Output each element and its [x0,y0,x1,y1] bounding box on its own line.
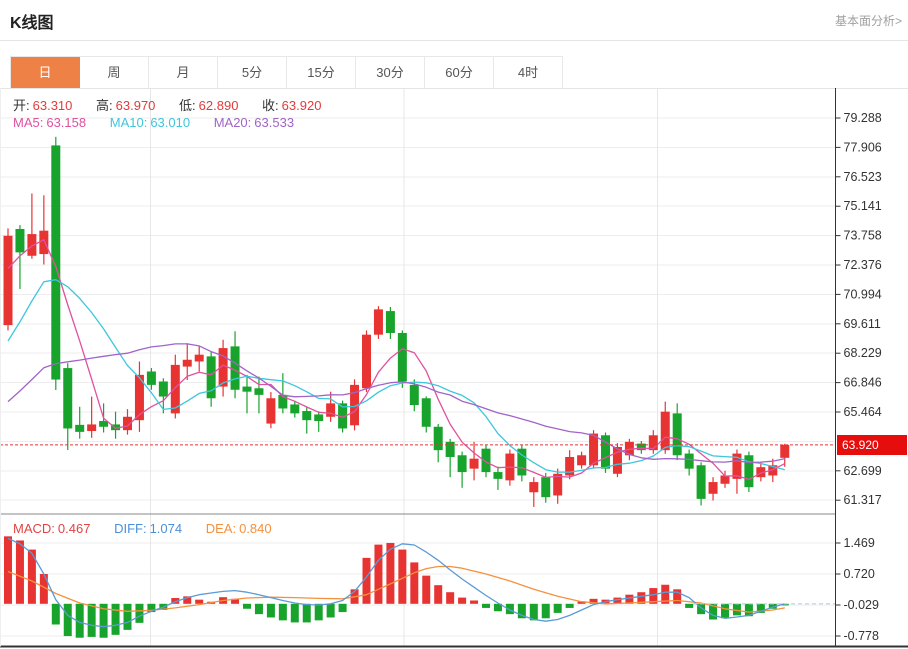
dea-label: DEA: [205,521,237,536]
svg-text:65.464: 65.464 [844,405,882,419]
tab-5min[interactable]: 5分 [218,57,287,89]
kline-chart-canvas[interactable]: 79.288 77.906 76.523 75.141 73.758 72.376 70.9… [0,88,908,649]
svg-text:72.376: 72.376 [844,258,882,272]
ohlc-legend: 开: 63.310 高: 63.970 低: 62.890 收: 63.920 [13,95,324,114]
svg-text:66.846: 66.846 [844,376,882,390]
tab-month[interactable]: 月 [149,57,218,89]
ma20-label: MA20: [213,115,252,130]
diff-value: 1.074 [149,521,183,536]
macd-value: 0.467 [57,521,91,536]
ma20-value: 63.533 [254,115,295,130]
diff-label: DIFF: [114,521,147,536]
open-value: 63.310 [32,98,73,113]
svg-text:73.758: 73.758 [844,229,882,243]
svg-text:69.611: 69.611 [844,317,881,331]
open-label: 开: [13,98,30,113]
dea-value: 0.840 [239,521,272,536]
page-header: K线图 基本面分析> [0,0,908,41]
tab-60min[interactable]: 60分 [425,57,494,89]
svg-text:1.469: 1.469 [844,536,875,550]
svg-text:70.994: 70.994 [844,287,882,301]
interval-tabbar: 日 周 月 5分 15分 30分 60分 4时 [10,56,563,89]
tab-day[interactable]: 日 [11,57,80,89]
ma5-value: 63.158 [46,115,87,130]
ma5-label: MA5: [13,115,44,130]
svg-text:79.288: 79.288 [844,111,882,125]
page-title: K线图 [10,15,54,32]
fundamental-analysis-link[interactable]: 基本面分析> [835,12,902,29]
ma10-label: MA10: [109,115,148,130]
low-label: 低: [179,98,196,113]
high-value: 63.970 [115,98,156,113]
svg-text:77.906: 77.906 [844,140,882,154]
svg-text:-0.029: -0.029 [844,598,879,612]
low-value: 62.890 [198,98,239,113]
svg-text:-0.778: -0.778 [844,629,879,643]
current-price-badge: 63.920 [837,435,907,455]
high-label: 高: [96,98,113,113]
svg-text:75.141: 75.141 [844,199,882,213]
close-label: 收: [262,98,279,113]
tab-week[interactable]: 周 [80,57,149,89]
svg-text:68.229: 68.229 [844,346,882,360]
macd-legend: MACD: 0.467 DIFF: 1.074 DEA: 0.840 [13,521,275,536]
tab-15min[interactable]: 15分 [287,57,356,89]
svg-text:61.317: 61.317 [844,493,882,507]
close-value: 63.920 [281,98,322,113]
tab-4hour[interactable]: 4时 [494,57,563,89]
ma-legend: MA5: 63.158 MA10: 63.010 MA20: 63.533 [13,115,297,130]
tab-30min[interactable]: 30分 [356,57,425,89]
svg-text:62.699: 62.699 [844,464,882,478]
macd-label: MACD: [13,521,55,536]
svg-text:0.720: 0.720 [844,567,875,581]
svg-text:76.523: 76.523 [844,170,882,184]
ma10-value: 63.010 [150,115,191,130]
